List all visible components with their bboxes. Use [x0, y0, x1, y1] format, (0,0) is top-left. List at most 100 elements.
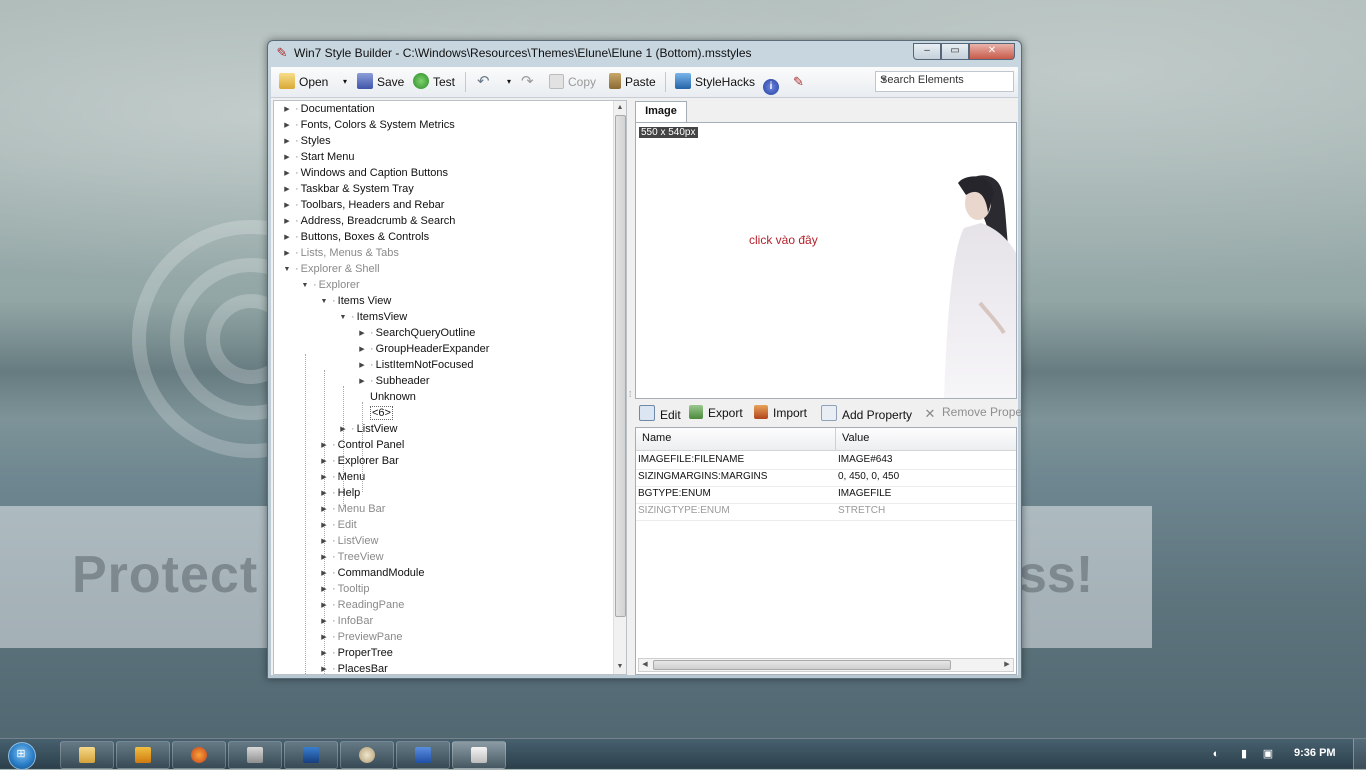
import-button[interactable]: Import [754, 405, 807, 420]
search-elements-field[interactable]: Search Elements ▼ [875, 71, 1014, 92]
test-button[interactable]: Test [413, 73, 455, 91]
tree-item-items-view[interactable]: ▼ · Items View [319, 293, 392, 309]
scroll-left-icon[interactable]: ◀ [639, 659, 651, 671]
tree-item-reading-pane[interactable]: ▶ · ReadingPane [319, 597, 404, 613]
add-property-button[interactable]: Add Property [821, 405, 912, 422]
tree-item-explorer-shell[interactable]: ▼ · Explorer & Shell [282, 261, 380, 277]
tree-item-documentation[interactable]: ▶ · Documentation [282, 101, 374, 117]
tree-item-buttons[interactable]: ▶ · Buttons, Boxes & Controls [282, 229, 429, 245]
edit-button[interactable]: Edit [639, 405, 681, 422]
save-button[interactable]: Save [357, 73, 404, 91]
clock[interactable]: 9:36 PM [1294, 747, 1336, 759]
tree-item-styles[interactable]: ▶ · Styles [282, 133, 330, 149]
undo-dropdown-arrow[interactable]: ▾ [507, 73, 511, 91]
tree-item-start-menu[interactable]: ▶ · Start Menu [282, 149, 354, 165]
scroll-up-icon[interactable]: ▲ [615, 102, 625, 114]
paste-button[interactable]: Paste [609, 73, 656, 91]
splitter-grip-icon: ⁞ [629, 390, 632, 399]
scroll-right-icon[interactable]: ▶ [1001, 659, 1013, 671]
signal-bars-icon[interactable]: ▮ [1236, 746, 1252, 762]
tree-item-6-selected[interactable]: <6> [370, 405, 393, 421]
tree-item-itemsview[interactable]: ▼ · ItemsView [338, 309, 408, 325]
tree-item-unknown[interactable]: Unknown [370, 389, 416, 405]
taskbar-explorer[interactable] [60, 741, 114, 769]
taskbar-firefox[interactable] [172, 741, 226, 769]
tree-item-infobar[interactable]: ▶ · InfoBar [319, 613, 373, 629]
edit-icon [639, 405, 655, 421]
taskbar-media-player[interactable] [116, 741, 170, 769]
tree-item-proper-tree[interactable]: ▶ · ProperTree [319, 645, 393, 661]
properties-grid[interactable]: Name Value IMAGEFILE:FILENAME IMAGE#643 … [635, 427, 1017, 675]
tree-item-lists-menus[interactable]: ▶ · Lists, Menus & Tabs [282, 245, 399, 261]
tree-item-list-item-not-focused[interactable]: ▶ · ListItemNotFocused [357, 357, 473, 373]
toggle-icon[interactable]: ◐ [1208, 746, 1224, 762]
tree-item-edit[interactable]: ▶ · Edit [319, 517, 356, 533]
tree-item-taskbar[interactable]: ▶ · Taskbar & System Tray [282, 181, 413, 197]
title-bar[interactable]: ✎ Win7 Style Builder - C:\Windows\Resour… [268, 41, 1021, 65]
table-row[interactable]: SIZINGTYPE:ENUM STRETCH [636, 503, 1016, 521]
tree-item-control-panel[interactable]: ▶ · Control Panel [319, 437, 404, 453]
property-name: IMAGEFILE:FILENAME [638, 454, 745, 465]
grid-horizontal-scrollbar[interactable]: ◀ ▶ [638, 658, 1014, 672]
explorer-icon [79, 747, 95, 763]
table-row[interactable]: BGTYPE:ENUM IMAGEFILE [636, 486, 1016, 504]
taskbar-style-builder[interactable] [452, 741, 506, 769]
tree-item-fonts-colors[interactable]: ▶ · Fonts, Colors & System Metrics [282, 117, 454, 133]
minimize-button[interactable]: – [913, 43, 941, 60]
tree-item-explorer-bar[interactable]: ▶ · Explorer Bar [319, 453, 399, 469]
tree-item-menu-bar[interactable]: ▶ · Menu Bar [319, 501, 385, 517]
close-button[interactable]: ✕ [969, 43, 1015, 60]
style-builder-logo-icon[interactable]: ✎ [793, 73, 804, 91]
show-desktop-button[interactable] [1353, 739, 1366, 769]
taskbar: ⊞ ◐ ▮ ▣ 9:36 PM [0, 738, 1366, 770]
table-row[interactable]: SIZINGMARGINS:MARGINS 0, 450, 0, 450 [636, 469, 1016, 487]
stylehacks-button[interactable]: StyleHacks [675, 73, 755, 91]
tree-item-address[interactable]: ▶ · Address, Breadcrumb & Search [282, 213, 455, 229]
taskbar-tools[interactable] [228, 741, 282, 769]
tree-item-explorer[interactable]: ▼ · Explorer [300, 277, 360, 293]
tree-item-preview-pane[interactable]: ▶ · PreviewPane [319, 629, 402, 645]
taskbar-word[interactable] [396, 741, 450, 769]
export-button[interactable]: Export [689, 405, 743, 420]
scroll-down-icon[interactable]: ▼ [615, 661, 625, 673]
tree-item-group-header-expander[interactable]: ▶ · GroupHeaderExpander [357, 341, 489, 357]
grid-scrollbar-thumb[interactable] [653, 660, 951, 670]
open-dropdown-arrow[interactable]: ▾ [343, 73, 347, 91]
tab-image[interactable]: Image [635, 101, 687, 122]
taskbar-photoshop[interactable] [284, 741, 338, 769]
tree-scrollbar[interactable]: ▲ ▼ [613, 101, 626, 674]
save-label: Save [377, 75, 405, 89]
tree-item-listview-2[interactable]: ▶ · ListView [319, 533, 378, 549]
tree-item-menu[interactable]: ▶ · Menu [319, 469, 365, 485]
elements-tree[interactable]: ▶ · Documentation ▶ · Fonts, Colors & System… [273, 100, 627, 675]
tree-item-toolbars[interactable]: ▶ · Toolbars, Headers and Rebar [282, 197, 444, 213]
taskbar-paint[interactable] [340, 741, 394, 769]
tree-item-search-query-outline[interactable]: ▶ · SearchQueryOutline [357, 325, 475, 341]
pane-splitter[interactable]: ⁞ [628, 100, 633, 673]
tree-item-subheader[interactable]: ▶ · Subheader [357, 373, 429, 389]
network-icon[interactable]: ▣ [1260, 746, 1276, 762]
tree-item-help[interactable]: ▶ · Help [319, 485, 360, 501]
start-button[interactable]: ⊞ [2, 740, 42, 770]
chevron-down-icon[interactable]: ▼ [880, 75, 1010, 84]
column-header-value[interactable]: Value [842, 432, 869, 444]
overlay-text[interactable]: click vào đây [749, 233, 818, 247]
maximize-button[interactable]: ▭ [941, 43, 969, 60]
tree-item-places-bar[interactable]: ▶ · PlacesBar [319, 661, 388, 674]
column-header-name[interactable]: Name [642, 432, 671, 444]
tree-item-tooltip[interactable]: ▶ · Tooltip [319, 581, 369, 597]
open-button[interactable]: Open [279, 73, 328, 91]
tree-item-treeview[interactable]: ▶ · TreeView [319, 549, 383, 565]
table-row[interactable]: IMAGEFILE:FILENAME IMAGE#643 [636, 452, 1016, 470]
column-divider[interactable] [835, 428, 836, 450]
tree-item-windows-caption[interactable]: ▶ · Windows and Caption Buttons [282, 165, 448, 181]
redo-icon[interactable]: ↷ [521, 73, 534, 91]
tree-item-listview[interactable]: ▶ · ListView [338, 421, 397, 437]
info-button[interactable]: i [763, 73, 783, 95]
property-value: STRETCH [838, 505, 886, 516]
remove-property-button[interactable]: ✕ Remove Prope [923, 405, 1023, 421]
undo-icon[interactable]: ↶ [477, 73, 490, 91]
copy-button[interactable]: Copy [549, 73, 596, 91]
tree-item-command-module[interactable]: ▶ · CommandModule [319, 565, 424, 581]
tree-scrollbar-thumb[interactable] [615, 115, 626, 617]
